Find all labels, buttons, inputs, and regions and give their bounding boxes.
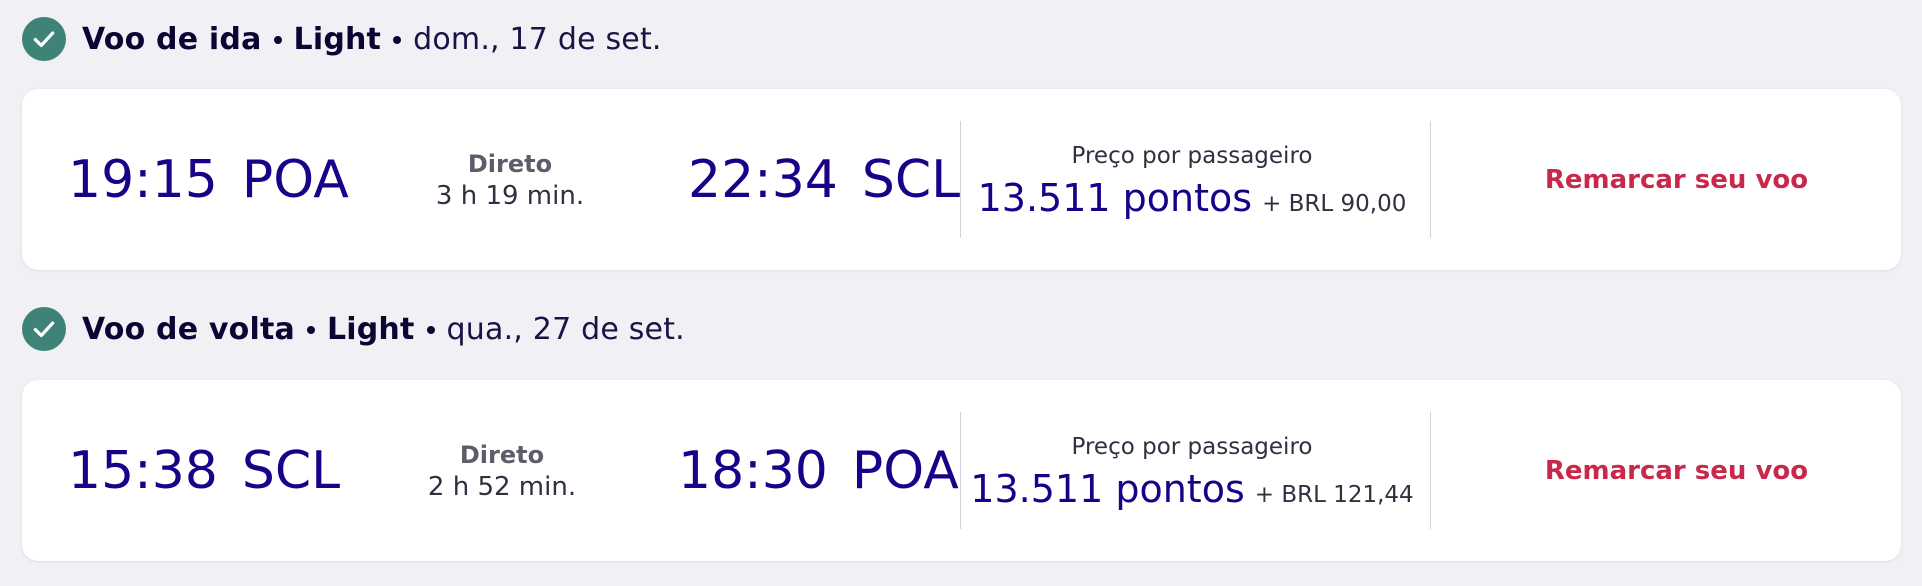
outbound-departure: 19:15 POA xyxy=(68,89,349,270)
divider xyxy=(1430,121,1431,238)
outbound-heading: Voo de ida xyxy=(82,21,262,57)
outbound-header: Voo de ida Light dom., 17 de set. xyxy=(22,17,662,61)
price-amount: 13.511 pontos + BRL 121,44 xyxy=(970,467,1413,511)
duration-value: 2 h 52 min. xyxy=(427,471,577,502)
outbound-arrival: 22:34 SCL xyxy=(688,89,960,270)
inbound-date: qua., 27 de set. xyxy=(446,311,685,347)
price-label: Preço por passageiro xyxy=(1071,433,1313,460)
departure-airport: POA xyxy=(241,149,349,210)
outbound-duration: Direto 3 h 19 min. xyxy=(420,89,600,270)
outbound-fare: Light xyxy=(293,21,382,57)
separator-dot xyxy=(273,36,282,44)
arrival-time: 22:34 xyxy=(688,149,838,210)
separator-dot xyxy=(306,326,315,334)
price-extra: + BRL 90,00 xyxy=(1262,190,1407,217)
price-points: 13.511 pontos xyxy=(970,466,1245,511)
divider xyxy=(1430,412,1431,529)
duration-value: 3 h 19 min. xyxy=(435,180,585,211)
inbound-fare: Light xyxy=(326,311,415,347)
price-points: 13.511 pontos xyxy=(977,175,1253,220)
departure-time: 15:38 xyxy=(68,440,218,501)
arrival-airport: POA xyxy=(851,440,959,501)
inbound-header: Voo de volta Light qua., 27 de set. xyxy=(22,307,685,351)
price-extra: + BRL 121,44 xyxy=(1254,481,1414,508)
separator-dot xyxy=(426,326,435,334)
check-circle-icon xyxy=(22,307,66,351)
inbound-flight-card: 15:38 SCL Direto 2 h 52 min. 18:30 POA P… xyxy=(22,380,1901,561)
divider xyxy=(960,121,961,238)
rebook-inbound-button[interactable]: Remarcar seu voo xyxy=(1452,380,1901,561)
price-label: Preço por passageiro xyxy=(1071,142,1313,169)
divider xyxy=(960,412,961,529)
stops-label: Direto xyxy=(467,149,553,178)
inbound-departure: 15:38 SCL xyxy=(68,380,340,561)
inbound-heading: Voo de volta xyxy=(82,311,295,347)
check-circle-icon xyxy=(22,17,66,61)
price-amount: 13.511 pontos + BRL 90,00 xyxy=(978,176,1407,220)
outbound-flight-card: 19:15 POA Direto 3 h 19 min. 22:34 SCL P… xyxy=(22,89,1901,270)
outbound-date: dom., 17 de set. xyxy=(413,21,662,57)
inbound-duration: Direto 2 h 52 min. xyxy=(412,380,592,561)
outbound-price: Preço por passageiro 13.511 pontos + BRL… xyxy=(962,89,1422,270)
inbound-price: Preço por passageiro 13.511 pontos + BRL… xyxy=(962,380,1422,561)
departure-airport: SCL xyxy=(241,440,341,501)
arrival-airport: SCL xyxy=(861,149,961,210)
inbound-arrival: 18:30 POA xyxy=(678,380,959,561)
rebook-outbound-button[interactable]: Remarcar seu voo xyxy=(1452,89,1901,270)
separator-dot xyxy=(393,36,402,44)
stops-label: Direto xyxy=(459,440,545,469)
arrival-time: 18:30 xyxy=(678,440,828,501)
departure-time: 19:15 xyxy=(68,149,218,210)
